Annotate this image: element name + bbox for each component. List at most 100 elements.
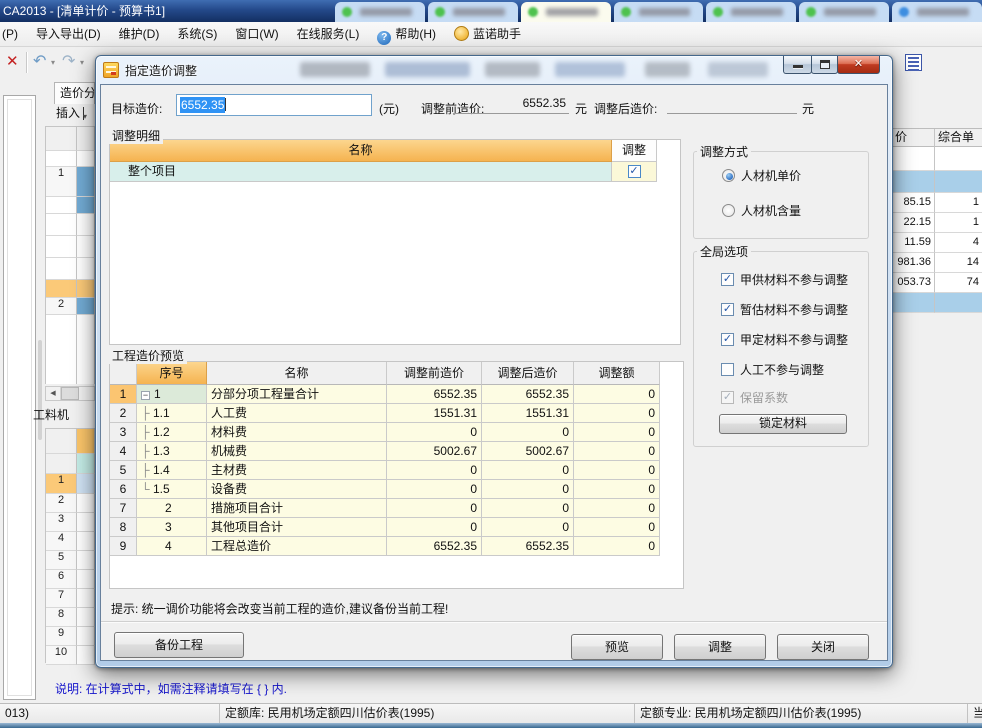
- menu-item-window[interactable]: 窗口(W): [226, 22, 287, 46]
- delete-row-icon[interactable]: ✕: [6, 52, 19, 70]
- redo-icon[interactable]: ↷: [62, 51, 75, 71]
- price-cell[interactable]: 22.15: [893, 213, 935, 233]
- composite-cell[interactable]: 4: [935, 233, 982, 253]
- radio-unit-price[interactable]: 人材机单价: [722, 167, 801, 184]
- preview-col-name[interactable]: 名称: [207, 362, 387, 385]
- column-header-composite-price[interactable]: 综合单: [935, 129, 982, 147]
- blurred-tab[interactable]: [892, 2, 982, 22]
- price-cell[interactable]: 85.15: [893, 193, 935, 213]
- preview-col-delta[interactable]: 调整额: [574, 362, 660, 385]
- panel-splitter-handle[interactable]: [38, 340, 42, 440]
- price-cell[interactable]: 981.36: [893, 253, 935, 273]
- preview-row[interactable]: 7 2 措施项目合计 0 0 0: [110, 499, 683, 518]
- preview-row[interactable]: 2 ├1.1 人工费 1551.31 1551.31 0: [110, 404, 683, 423]
- row-number[interactable]: 5: [46, 551, 77, 570]
- adjust-button[interactable]: 调整: [674, 634, 766, 660]
- detail-col-name[interactable]: 名称: [110, 140, 612, 162]
- tree-collapse-icon[interactable]: −: [141, 391, 150, 400]
- tab-cost-analysis[interactable]: 造价分: [54, 82, 95, 104]
- row-number: 4: [110, 442, 137, 461]
- menu-item-online-service[interactable]: 在线服务(L): [288, 22, 369, 46]
- checkbox-labor-excluded[interactable]: 人工不参与调整: [721, 361, 824, 378]
- preview-button[interactable]: 预览: [571, 634, 663, 660]
- backup-project-button[interactable]: 备份工程: [114, 632, 244, 658]
- dialog-titlebar[interactable]: 指定造价调整 ✕: [100, 56, 888, 84]
- grid-cell: [46, 454, 77, 474]
- list-view-icon[interactable]: [905, 54, 922, 71]
- seq-cell: └1.5: [137, 480, 207, 499]
- blurred-tab-active[interactable]: [521, 2, 611, 22]
- scrollbar-thumb[interactable]: [61, 387, 79, 400]
- undo-icon[interactable]: ↶: [33, 51, 46, 71]
- menu-item-help[interactable]: ?帮助(H): [368, 22, 445, 46]
- blurred-tab[interactable]: [428, 2, 518, 22]
- row-number[interactable]: 8: [46, 608, 77, 627]
- preview-row[interactable]: 4 ├1.3 机械费 5002.67 5002.67 0: [110, 442, 683, 461]
- selected-cell-sliver: [77, 298, 95, 315]
- minimize-button[interactable]: [783, 56, 812, 74]
- before-price-value: 6552.35: [453, 94, 569, 114]
- target-price-input[interactable]: 6552.35: [176, 94, 372, 116]
- preview-row[interactable]: 8 3 其他项目合计 0 0 0: [110, 518, 683, 537]
- menu-item-import-export[interactable]: 导入导出(D): [27, 22, 110, 46]
- detail-col-adjust[interactable]: 调整: [612, 140, 657, 162]
- row-number[interactable]: 1: [46, 167, 77, 197]
- row-number[interactable]: 9: [46, 627, 77, 646]
- checkbox-owner-specified-material[interactable]: ✓ 甲定材料不参与调整: [721, 331, 848, 348]
- row-number[interactable]: 7: [46, 589, 77, 608]
- blurred-tab[interactable]: [614, 2, 704, 22]
- composite-cell[interactable]: 74: [935, 273, 982, 293]
- radio-content-amount[interactable]: 人材机含量: [722, 202, 801, 219]
- before-cell: 0: [387, 480, 482, 499]
- row-number[interactable]: 2: [46, 298, 77, 315]
- menu-item-maintain[interactable]: 维护(D): [110, 22, 169, 46]
- checkbox-estimated-material[interactable]: ✓ 暂估材料不参与调整: [721, 301, 848, 318]
- row-number[interactable]: 2: [46, 494, 77, 513]
- undo-dropdown-caret-icon[interactable]: ▾: [51, 58, 55, 67]
- row-number[interactable]: 3: [46, 513, 77, 532]
- blurred-tab[interactable]: [706, 2, 796, 22]
- seq-value: 3: [165, 520, 172, 534]
- redo-dropdown-caret-icon[interactable]: ▾: [80, 58, 84, 67]
- scroll-left-arrow-icon[interactable]: ◀: [46, 387, 61, 400]
- composite-cell[interactable]: 1: [935, 213, 982, 233]
- preview-col-seq[interactable]: 序号: [137, 362, 207, 385]
- column-header-price[interactable]: 价: [893, 129, 935, 147]
- insert-button[interactable]: 插入▾: [53, 104, 97, 124]
- delta-cell: 0: [574, 404, 660, 423]
- selected-row-cell: [893, 293, 935, 313]
- menu-item-file[interactable]: (P): [0, 22, 27, 46]
- row-number[interactable]: 4: [46, 532, 77, 551]
- checkbox-owner-supplied-material[interactable]: ✓ 甲供材料不参与调整: [721, 271, 848, 288]
- preview-row[interactable]: 5 ├1.4 主材费 0 0 0: [110, 461, 683, 480]
- side-panel-inner: [7, 99, 32, 696]
- menu-item-assistant[interactable]: 蓝诺助手: [445, 22, 530, 46]
- row-number[interactable]: 10: [46, 646, 77, 665]
- composite-cell[interactable]: 14: [935, 253, 982, 273]
- menu-item-system[interactable]: 系统(S): [168, 22, 226, 46]
- price-cell[interactable]: 053.73: [893, 273, 935, 293]
- row-number[interactable]: 6: [46, 570, 77, 589]
- maximize-button[interactable]: [811, 56, 838, 74]
- close-button[interactable]: ✕: [837, 56, 880, 74]
- composite-cell[interactable]: 1: [935, 193, 982, 213]
- close-dialog-button[interactable]: 关闭: [777, 634, 869, 660]
- preview-col-after[interactable]: 调整后造价: [482, 362, 574, 385]
- detail-row-whole-project[interactable]: 整个项目 ✓: [110, 162, 680, 182]
- preview-col-before[interactable]: 调整前造价: [387, 362, 482, 385]
- selected-row-cell: [893, 171, 935, 193]
- preview-row[interactable]: 3 ├1.2 材料费 0 0 0: [110, 423, 683, 442]
- before-cell: 6552.35: [387, 385, 482, 404]
- preview-row[interactable]: 1 −1 分部分项工程量合计 6552.35 6552.35 0: [110, 385, 683, 404]
- green-dot-icon: [342, 7, 352, 17]
- grid-cell: [935, 147, 982, 171]
- price-cell[interactable]: 11.59: [893, 233, 935, 253]
- lock-material-button[interactable]: 锁定材料: [719, 414, 847, 434]
- detail-row-checkbox[interactable]: ✓: [628, 165, 641, 178]
- blurred-tab[interactable]: [799, 2, 889, 22]
- row-number[interactable]: 1: [46, 474, 77, 494]
- blurred-tab[interactable]: [335, 2, 425, 22]
- horizontal-scrollbar[interactable]: ◀: [45, 386, 95, 401]
- preview-row[interactable]: 6 └1.5 设备费 0 0 0: [110, 480, 683, 499]
- preview-row[interactable]: 9 4 工程总造价 6552.35 6552.35 0: [110, 537, 683, 556]
